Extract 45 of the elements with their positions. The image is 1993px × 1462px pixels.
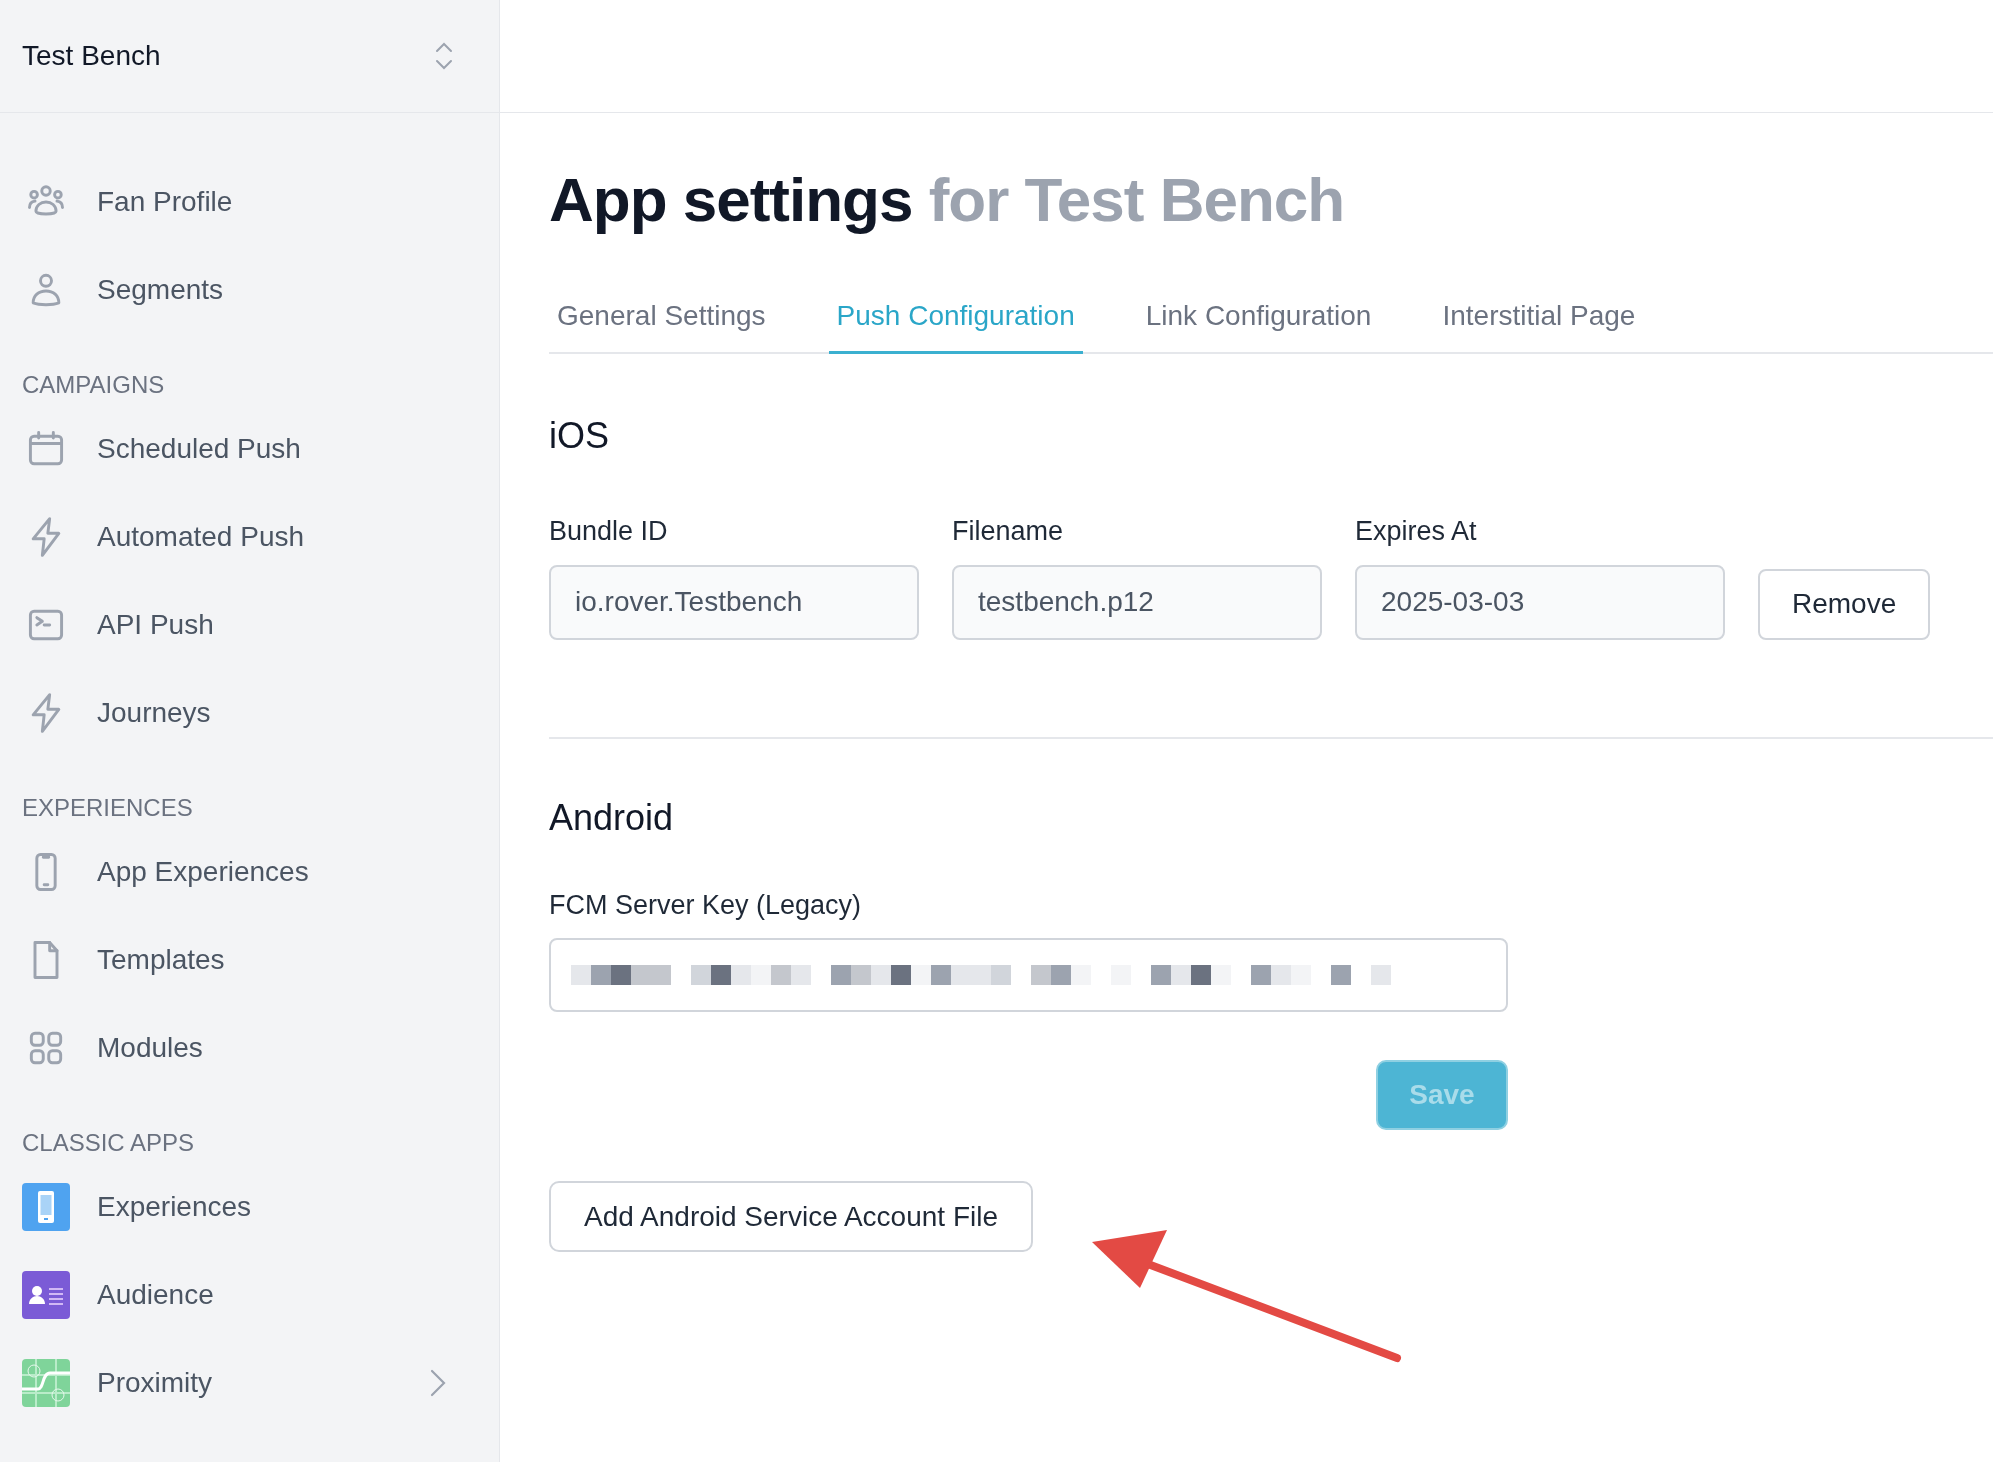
tab[interactable]: General Settings [549, 281, 774, 354]
text-field[interactable]: testbench.p12 [952, 564, 1322, 640]
section-heading: CLASSIC APPS [21, 1128, 196, 1158]
workspace-switcher[interactable]: Test Bench [0, 0, 499, 113]
sidebar-item-label: Templates [97, 943, 226, 977]
sidebar-item[interactable]: Scheduled Push [0, 405, 499, 493]
sidebar-item[interactable]: Audience [0, 1251, 499, 1339]
section-heading: CAMPAIGNS [21, 370, 166, 400]
sidebar-item-label: Audience [97, 1278, 215, 1312]
sidebar-item[interactable]: Proximity [0, 1339, 499, 1427]
sidebar-item-label: Scheduled Push [97, 432, 302, 466]
tab[interactable]: Link Configuration [1137, 281, 1380, 354]
section-heading: Android [549, 795, 675, 840]
text-field[interactable]: io.rover.Testbench [549, 564, 919, 640]
sidebar-item[interactable]: Fan Profile [0, 158, 499, 246]
sidebar-item[interactable]: Experiences [0, 1163, 499, 1251]
page-title: App settings for Test Bench [549, 164, 1346, 236]
sidebar-item-label: Experiences [97, 1190, 253, 1224]
sidebar-item-label: Proximity [97, 1366, 214, 1400]
add-file-button[interactable]: Add Android Service Account File [549, 1181, 1033, 1252]
sidebar-item-label: Automated Push [97, 520, 306, 554]
sidebar-item-label: Modules [97, 1031, 204, 1065]
sidebar-item-label: Fan Profile [97, 185, 234, 219]
sidebar-item-label: Segments [97, 273, 225, 307]
section-heading: EXPERIENCES [21, 793, 194, 823]
sidebar-item[interactable]: Templates [0, 916, 499, 1004]
sidebar-item[interactable]: Segments [0, 246, 499, 334]
remove-button[interactable]: Remove [1758, 568, 1931, 640]
chevron-up-down-icon [433, 40, 455, 72]
sidebar-item[interactable]: Journeys [0, 669, 499, 757]
field-label: Expires At [1355, 515, 1478, 548]
field-label: Filename [952, 515, 1065, 548]
field-label: Bundle ID [549, 515, 669, 548]
sidebar-item[interactable]: Modules [0, 1004, 499, 1092]
key-field[interactable] [549, 938, 1508, 1012]
sidebar-item[interactable]: App Experiences [0, 828, 499, 916]
sidebar-item-label: Journeys [97, 696, 212, 730]
sidebar-item[interactable]: Automated Push [0, 493, 499, 581]
tab[interactable]: Interstitial Page [1434, 281, 1644, 354]
sidebar-item[interactable]: API Push [0, 581, 499, 669]
sidebar-item-label: API Push [97, 608, 215, 642]
text-field[interactable]: 2025-03-03 [1355, 564, 1725, 640]
sidebar-item-label: App Experiences [97, 855, 310, 889]
field-label: FCM Server Key (Legacy) [549, 888, 863, 922]
section-heading: iOS [549, 414, 610, 458]
